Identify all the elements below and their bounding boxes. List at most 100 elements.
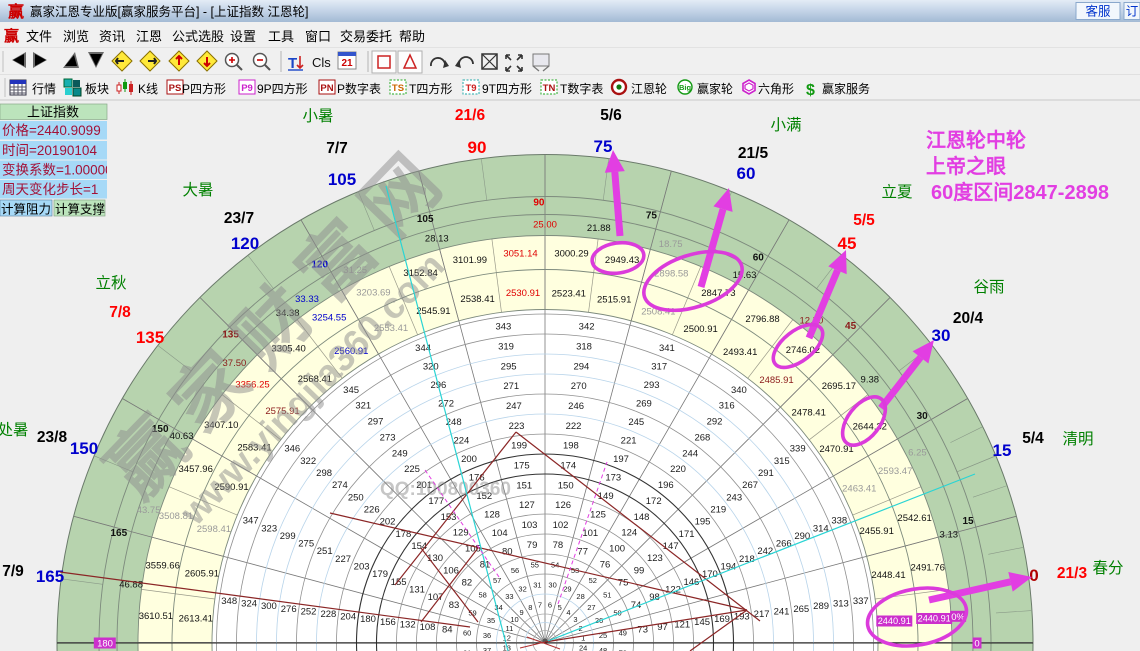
- svg-text:赢家服务: 赢家服务: [822, 81, 870, 96]
- svg-text:18.75: 18.75: [659, 239, 683, 250]
- svg-text:339: 339: [790, 444, 806, 455]
- svg-text:245: 245: [628, 417, 644, 428]
- svg-text:252: 252: [301, 606, 317, 617]
- svg-text:P9: P9: [241, 83, 253, 94]
- svg-text:251: 251: [317, 546, 333, 557]
- svg-text:270: 270: [571, 381, 587, 392]
- svg-text:20/4: 20/4: [953, 310, 984, 327]
- svg-text:TN: TN: [543, 83, 556, 94]
- svg-text:文件: 文件: [26, 29, 52, 44]
- svg-text:76: 76: [600, 559, 611, 570]
- svg-text:处暑: 处暑: [0, 421, 29, 439]
- svg-text:320: 320: [423, 362, 439, 373]
- svg-text:资讯: 资讯: [99, 29, 125, 44]
- svg-text:342: 342: [579, 322, 595, 333]
- svg-text:313: 313: [833, 599, 849, 610]
- svg-text:2605.91: 2605.91: [185, 568, 219, 579]
- svg-text:21/5: 21/5: [738, 145, 769, 162]
- svg-text:2796.88: 2796.88: [745, 314, 779, 325]
- svg-text:2440.91: 2440.91: [878, 616, 911, 626]
- svg-text:84: 84: [442, 625, 453, 636]
- svg-text:77: 77: [577, 547, 588, 558]
- svg-text:2530.91: 2530.91: [506, 288, 540, 299]
- svg-text:295: 295: [501, 361, 517, 372]
- svg-text:294: 294: [573, 361, 589, 372]
- svg-text:128: 128: [484, 510, 500, 521]
- svg-text:265: 265: [793, 604, 809, 615]
- svg-text:179: 179: [372, 569, 388, 580]
- svg-text:15.63: 15.63: [733, 270, 757, 281]
- svg-text:2542.61: 2542.61: [897, 513, 931, 524]
- svg-text:2485.91: 2485.91: [759, 375, 793, 386]
- svg-text:小满: 小满: [770, 116, 801, 134]
- svg-text:90: 90: [533, 198, 545, 209]
- svg-text:345: 345: [343, 385, 359, 396]
- svg-text:2593.47: 2593.47: [878, 466, 912, 477]
- svg-text:2500.91: 2500.91: [683, 324, 717, 335]
- svg-text:0: 0: [1029, 566, 1038, 585]
- svg-text:9.38: 9.38: [861, 374, 880, 385]
- svg-text:江恩轮中轮: 江恩轮中轮: [926, 128, 1026, 152]
- svg-text:124: 124: [621, 528, 637, 539]
- svg-text:321: 321: [355, 401, 371, 412]
- svg-text:180: 180: [97, 639, 113, 650]
- svg-text:300: 300: [261, 601, 277, 612]
- svg-text:24: 24: [579, 644, 587, 651]
- svg-text:3.13: 3.13: [940, 529, 959, 540]
- svg-text:1: 1: [581, 634, 585, 643]
- svg-text:立秋: 立秋: [95, 274, 127, 292]
- svg-text:大暑: 大暑: [182, 181, 213, 199]
- svg-text:45: 45: [838, 234, 857, 253]
- svg-text:2538.41: 2538.41: [460, 294, 494, 305]
- svg-text:3000.29: 3000.29: [554, 248, 588, 259]
- svg-text:241: 241: [774, 606, 790, 617]
- svg-text:324: 324: [241, 599, 257, 610]
- svg-text:9T四方形: 9T四方形: [482, 81, 532, 96]
- svg-text:江恩: 江恩: [136, 29, 162, 44]
- svg-text:75: 75: [646, 211, 658, 222]
- svg-text:浏览: 浏览: [63, 29, 89, 44]
- svg-text:PS: PS: [169, 83, 182, 94]
- svg-text:348: 348: [221, 596, 237, 607]
- svg-text:交易委托: 交易委托: [340, 29, 392, 44]
- svg-text:204: 204: [340, 612, 356, 623]
- svg-text:323: 323: [261, 523, 277, 534]
- svg-text:200: 200: [461, 454, 477, 465]
- svg-text:156: 156: [380, 617, 396, 628]
- svg-text:2455.91: 2455.91: [860, 526, 894, 537]
- svg-text:52: 52: [589, 576, 597, 585]
- svg-text:82: 82: [462, 578, 473, 589]
- svg-text:151: 151: [516, 480, 532, 491]
- svg-text:$: $: [806, 82, 815, 99]
- svg-text:266: 266: [776, 539, 792, 550]
- svg-text:249: 249: [392, 448, 408, 459]
- svg-text:51: 51: [603, 591, 611, 600]
- svg-text:21.88: 21.88: [587, 223, 611, 234]
- svg-text:0: 0: [974, 639, 979, 650]
- svg-text:101: 101: [582, 528, 598, 539]
- svg-text:173: 173: [605, 473, 621, 484]
- svg-text:36: 36: [483, 631, 491, 640]
- svg-text:3559.66: 3559.66: [146, 560, 180, 571]
- svg-text:公式选股: 公式选股: [172, 29, 224, 44]
- svg-text:132: 132: [400, 619, 416, 630]
- svg-text:28.13: 28.13: [425, 234, 449, 245]
- svg-text:75: 75: [618, 578, 629, 589]
- svg-text:2448.41: 2448.41: [871, 570, 905, 581]
- svg-text:126: 126: [555, 500, 571, 511]
- svg-text:T9: T9: [465, 83, 476, 94]
- svg-text:9P四方形: 9P四方形: [257, 81, 308, 96]
- svg-text:江恩轮: 江恩轮: [631, 82, 667, 96]
- svg-text:147: 147: [663, 541, 679, 552]
- svg-text:23/7: 23/7: [224, 210, 254, 227]
- svg-text:291: 291: [758, 468, 774, 479]
- svg-text:帮助: 帮助: [399, 29, 425, 44]
- svg-text:107: 107: [428, 592, 444, 603]
- svg-text:219: 219: [710, 505, 726, 516]
- svg-text:赢家江恩专业版[赢家服务平台] - [上证指数 江恩轮]: 赢家江恩专业版[赢家服务平台] - [上证指数 江恩轮]: [30, 4, 308, 19]
- svg-text:5/6: 5/6: [600, 107, 622, 124]
- svg-text:315: 315: [774, 456, 790, 467]
- svg-text:2493.41: 2493.41: [723, 347, 757, 358]
- svg-text:Cls: Cls: [312, 55, 331, 70]
- svg-text:赢: 赢: [4, 27, 19, 45]
